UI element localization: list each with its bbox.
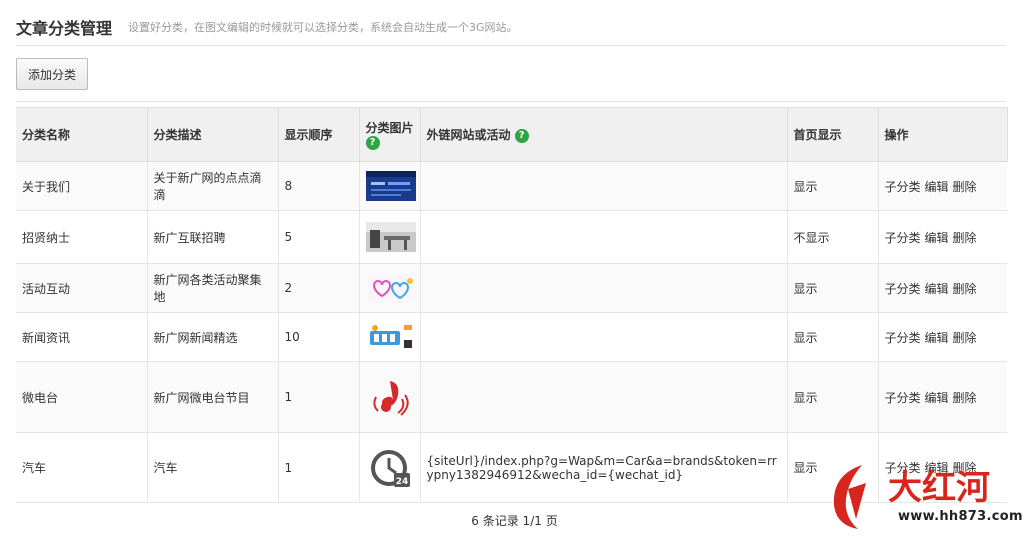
help-icon[interactable]: ? bbox=[514, 128, 529, 143]
cell-link: {siteUrl}/index.php?g=Wap&m=Car&a=brands… bbox=[419, 432, 787, 503]
page-header: 文章分类管理 设置好分类，在图文编辑的时候就可以选择分类，系统会自动生成一个3G… bbox=[16, 0, 1006, 46]
cell-actions: 子分类 编辑 删除 bbox=[877, 312, 1007, 362]
col-header-link: 外链网站或活动 ? bbox=[419, 107, 788, 162]
table-row: 新闻资讯 新广网新闻精选 10 显示 子分类 编辑 删除 bbox=[16, 312, 1007, 362]
cell-link bbox=[419, 263, 787, 313]
clock-24-icon: 24 bbox=[370, 449, 410, 487]
cell-order: 5 bbox=[277, 210, 359, 264]
cell-name: 新闻资讯 bbox=[16, 312, 147, 362]
cell-desc: 关于新广网的点点滴滴 bbox=[146, 161, 278, 211]
cell-name: 招贤纳士 bbox=[16, 210, 147, 264]
cell-actions: 子分类 编辑 删除 bbox=[877, 361, 1007, 433]
svg-text:24: 24 bbox=[395, 477, 408, 487]
watermark-logo-chars: 大红河 bbox=[888, 468, 990, 508]
cell-image bbox=[358, 263, 420, 313]
watermark-logo-icon: 大红河 bbox=[833, 465, 990, 529]
category-thumbnail bbox=[365, 222, 416, 252]
cell-actions: 子分类 编辑 删除 bbox=[877, 210, 1007, 264]
table-header-row: 分类名称 分类描述 显示顺序 分类图片 ? 外链网站或活动 ? 首页显示 操作 bbox=[16, 107, 1008, 162]
category-thumbnail bbox=[365, 273, 416, 303]
cell-desc: 新广网微电台节目 bbox=[146, 361, 278, 433]
table-row: 活动互动 新广网各类活动聚集地 2 显示 子分类 编辑 删除 bbox=[16, 263, 1007, 313]
cell-home: 不显示 bbox=[786, 210, 878, 264]
cell-home: 显示 bbox=[786, 312, 878, 362]
delete-link[interactable]: 删除 bbox=[953, 391, 977, 405]
cell-home: 显示 bbox=[786, 263, 878, 313]
cell-link bbox=[419, 161, 787, 211]
cell-home: 显示 bbox=[786, 161, 878, 211]
cell-order: 10 bbox=[277, 312, 359, 362]
music-note-icon bbox=[372, 381, 409, 416]
toolbar: 添加分类 bbox=[16, 46, 1006, 102]
cell-home: 显示 bbox=[786, 361, 878, 433]
watermark-url: www.hh873.com bbox=[898, 509, 1023, 524]
category-thumbnail bbox=[365, 322, 416, 352]
col-header-home: 首页显示 bbox=[786, 107, 879, 162]
cell-image bbox=[358, 161, 420, 211]
col-header-actions: 操作 bbox=[877, 107, 1008, 162]
cell-desc: 新广网新闻精选 bbox=[146, 312, 278, 362]
cell-actions: 子分类 编辑 删除 bbox=[877, 161, 1007, 211]
delete-link[interactable]: 删除 bbox=[953, 282, 977, 296]
cell-image bbox=[358, 312, 420, 362]
table-row: 招贤纳士 新广互联招聘 5 不显示 子分类 编辑 删除 bbox=[16, 210, 1007, 264]
edit-link[interactable]: 编辑 bbox=[925, 331, 949, 345]
edit-link[interactable]: 编辑 bbox=[925, 180, 949, 194]
cell-name: 关于我们 bbox=[16, 161, 147, 211]
table-row: 微电台 新广网微电台节目 1 显示 子分类 编辑 删除 bbox=[16, 361, 1007, 433]
page-subtitle: 设置好分类，在图文编辑的时候就可以选择分类，系统会自动生成一个3G网站。 bbox=[128, 21, 518, 34]
cell-order: 1 bbox=[277, 361, 359, 433]
cell-order: 8 bbox=[277, 161, 359, 211]
cell-link bbox=[419, 312, 787, 362]
cell-order: 2 bbox=[277, 263, 359, 313]
col-header-image: 分类图片 ? bbox=[358, 107, 421, 162]
cell-link bbox=[419, 361, 787, 433]
col-header-order: 显示顺序 bbox=[277, 107, 360, 162]
delete-link[interactable]: 删除 bbox=[953, 180, 977, 194]
subcategory-link[interactable]: 子分类 bbox=[885, 231, 921, 245]
cell-desc: 汽车 bbox=[146, 432, 278, 503]
edit-link[interactable]: 编辑 bbox=[925, 282, 949, 296]
cell-desc: 新广网各类活动聚集地 bbox=[146, 263, 278, 313]
add-category-button[interactable]: 添加分类 bbox=[16, 58, 88, 90]
subcategory-link[interactable]: 子分类 bbox=[885, 391, 921, 405]
help-icon[interactable]: ? bbox=[365, 136, 380, 151]
cell-name: 活动互动 bbox=[16, 263, 147, 313]
page-title: 文章分类管理 bbox=[16, 19, 113, 38]
cell-order: 1 bbox=[277, 432, 359, 503]
subcategory-link[interactable]: 子分类 bbox=[885, 331, 921, 345]
category-thumbnail bbox=[365, 171, 416, 201]
delete-link[interactable]: 删除 bbox=[953, 331, 977, 345]
category-table: 分类名称 分类描述 显示顺序 分类图片 ? 外链网站或活动 ? 首页显示 操作 … bbox=[16, 107, 1008, 503]
delete-link[interactable]: 删除 bbox=[953, 231, 977, 245]
subcategory-link[interactable]: 子分类 bbox=[885, 180, 921, 194]
cell-image: 24 bbox=[358, 432, 420, 503]
table-row: 关于我们 关于新广网的点点滴滴 8 显示 子分类 编辑 删除 bbox=[16, 161, 1007, 211]
cell-name: 微电台 bbox=[16, 361, 147, 433]
edit-link[interactable]: 编辑 bbox=[925, 231, 949, 245]
edit-link[interactable]: 编辑 bbox=[925, 391, 949, 405]
watermark-logo: 大红河 www.hh873.com bbox=[818, 455, 1028, 541]
cell-image bbox=[358, 210, 420, 264]
cell-link bbox=[419, 210, 787, 264]
cell-image bbox=[358, 361, 420, 433]
col-header-name: 分类名称 bbox=[16, 107, 148, 162]
cell-name: 汽车 bbox=[16, 432, 147, 503]
cell-actions: 子分类 编辑 删除 bbox=[877, 263, 1007, 313]
cell-desc: 新广互联招聘 bbox=[146, 210, 278, 264]
subcategory-link[interactable]: 子分类 bbox=[885, 282, 921, 296]
col-header-desc: 分类描述 bbox=[146, 107, 279, 162]
